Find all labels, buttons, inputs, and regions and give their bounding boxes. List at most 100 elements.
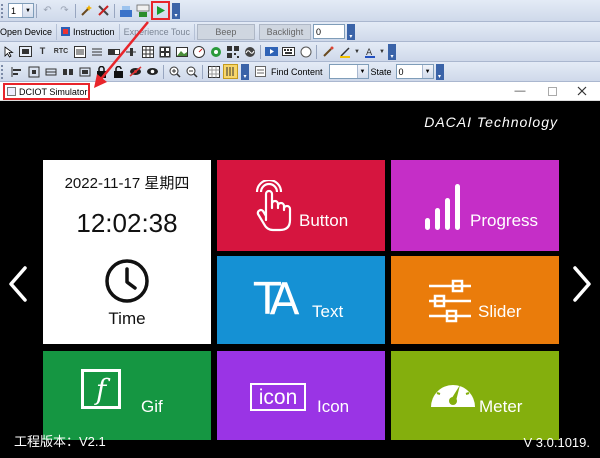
show-icon[interactable] bbox=[145, 64, 160, 79]
open-device-label: Open Device bbox=[0, 26, 53, 37]
beep-label: Beep bbox=[215, 26, 237, 37]
same-size-icon[interactable] bbox=[77, 64, 92, 79]
flash-icon: f bbox=[81, 369, 121, 409]
chevron-right-icon[interactable] bbox=[570, 264, 594, 304]
chevron-down-icon[interactable]: ▼ bbox=[22, 4, 33, 17]
photo-control-icon[interactable] bbox=[174, 44, 189, 59]
close-icon[interactable] bbox=[572, 84, 592, 98]
video-control-icon[interactable] bbox=[264, 44, 279, 59]
undo-icon[interactable]: ↶ bbox=[40, 3, 55, 18]
curve-control-icon[interactable] bbox=[242, 44, 257, 59]
text-control-icon[interactable]: T bbox=[35, 44, 50, 59]
toolbar-overflow-icon[interactable]: ▾ bbox=[388, 43, 396, 60]
toolbar-overflow-icon[interactable]: ▾ bbox=[346, 23, 355, 40]
brush-icon[interactable] bbox=[320, 44, 335, 59]
sliders-icon bbox=[429, 279, 471, 323]
progress-tile[interactable]: Progress bbox=[391, 160, 559, 251]
toolbar-separator bbox=[163, 64, 164, 79]
progress-tile-label: Progress bbox=[470, 211, 539, 230]
toolbar-grip[interactable] bbox=[1, 3, 5, 18]
button-control-icon[interactable] bbox=[18, 44, 33, 59]
wand-icon[interactable] bbox=[79, 3, 94, 18]
chevron-down-icon[interactable]: ▼ bbox=[421, 65, 433, 78]
download-icon[interactable] bbox=[135, 3, 150, 18]
slider-tile[interactable]: Slider bbox=[391, 256, 559, 344]
distribute-icon[interactable] bbox=[60, 64, 75, 79]
gif-tile-label: Gif bbox=[141, 397, 163, 416]
find-content-select[interactable]: ▼ bbox=[328, 64, 369, 79]
unlock-icon[interactable] bbox=[111, 64, 126, 79]
zoom-in-icon[interactable] bbox=[167, 64, 182, 79]
lock-icon[interactable] bbox=[94, 64, 109, 79]
grid-control-icon[interactable] bbox=[157, 44, 172, 59]
instruction-button[interactable]: Instruction bbox=[57, 23, 120, 40]
tools-icon[interactable] bbox=[96, 3, 111, 18]
state-label: State bbox=[370, 66, 392, 77]
backlight-button[interactable]: Backlight bbox=[258, 23, 311, 40]
icon-tile[interactable]: icon Icon bbox=[217, 351, 385, 440]
window-titlebar[interactable]: DCIOT Simulator — bbox=[0, 82, 600, 101]
backlight-value: 0 bbox=[315, 26, 321, 37]
keyboard-control-icon[interactable] bbox=[281, 44, 296, 59]
align-center-icon[interactable] bbox=[26, 64, 41, 79]
gif-tile[interactable]: f Gif bbox=[43, 351, 211, 440]
align-middle-icon[interactable] bbox=[43, 64, 58, 79]
grid-toggle-icon[interactable] bbox=[206, 64, 221, 79]
qrcode-control-icon[interactable] bbox=[225, 44, 240, 59]
state-value: 0 bbox=[398, 66, 404, 77]
minimize-icon[interactable]: — bbox=[510, 84, 530, 98]
brand-text: DACAI Technology bbox=[424, 114, 558, 130]
progress-control-icon[interactable] bbox=[106, 44, 121, 59]
hide-icon[interactable] bbox=[128, 64, 143, 79]
toolbar-grip[interactable] bbox=[1, 64, 5, 79]
toolbar-row-3: T RTC ▼ A ▼ ▾ bbox=[0, 42, 600, 62]
pointer-icon[interactable] bbox=[1, 44, 16, 59]
state-select[interactable]: 0 ▼ bbox=[395, 64, 434, 79]
text-tile-glyph: TA bbox=[254, 274, 299, 325]
rtc-control-icon[interactable]: RTC bbox=[52, 44, 70, 59]
chevron-down-icon[interactable]: ▼ bbox=[379, 44, 385, 59]
redo-icon[interactable]: ↷ bbox=[57, 3, 72, 18]
beep-button[interactable]: Beep bbox=[196, 23, 255, 40]
toolbar-overflow-icon[interactable]: ▾ bbox=[241, 63, 249, 80]
backlight-value-input[interactable]: 0 bbox=[312, 24, 345, 39]
chevron-left-icon[interactable] bbox=[6, 264, 30, 304]
time-tile[interactable]: 2022-11-17 星期四 12:02:38 Time bbox=[43, 160, 211, 344]
open-device-button[interactable]: Open Device bbox=[0, 23, 58, 40]
touch-hand-icon bbox=[255, 180, 292, 232]
text-tile[interactable]: TA Text bbox=[217, 256, 385, 344]
chevron-down-icon[interactable]: ▼ bbox=[356, 65, 368, 78]
find-content-label: Find Content bbox=[271, 66, 323, 77]
gauge-control-icon[interactable] bbox=[191, 44, 206, 59]
menu-control-icon[interactable] bbox=[72, 44, 87, 59]
chevron-down-icon[interactable]: ▼ bbox=[354, 44, 360, 59]
slider-control-icon[interactable] bbox=[123, 44, 138, 59]
animation-control-icon[interactable] bbox=[208, 44, 223, 59]
toolbar-overflow-icon[interactable]: ▾ bbox=[435, 63, 444, 80]
align-left-icon[interactable] bbox=[9, 64, 24, 79]
meter-tile[interactable]: Meter bbox=[391, 351, 559, 440]
date-display: 2022-11-17 星期四 bbox=[64, 175, 190, 192]
toolbar-row-1: 1 ▼ ↶ ↷ ▾ bbox=[0, 0, 600, 22]
page-select-value: 1 bbox=[11, 5, 17, 16]
time-tile-label: Time bbox=[108, 309, 146, 328]
list-control-icon[interactable] bbox=[89, 44, 104, 59]
experience-touch-button[interactable]: Experience Touc bbox=[120, 23, 195, 40]
clock-display: 12:02:38 bbox=[76, 208, 178, 238]
circle-control-icon[interactable] bbox=[298, 44, 313, 59]
ruler-toggle-icon[interactable] bbox=[223, 64, 238, 79]
compile-icon[interactable] bbox=[118, 3, 133, 18]
toolbar-overflow-icon[interactable]: ▾ bbox=[172, 2, 180, 19]
window-title-box: DCIOT Simulator bbox=[3, 83, 90, 100]
device-screen: DACAI Technology 2022-11-17 星期四 12:02:38… bbox=[0, 102, 600, 458]
run-simulator-button[interactable] bbox=[151, 1, 170, 20]
pen-icon[interactable] bbox=[337, 44, 352, 59]
maximize-icon[interactable] bbox=[542, 84, 562, 98]
zoom-out-icon[interactable] bbox=[184, 64, 199, 79]
clock-icon bbox=[105, 259, 149, 303]
toolbar-separator bbox=[36, 3, 37, 18]
table-control-icon[interactable] bbox=[140, 44, 155, 59]
button-tile[interactable]: Button bbox=[217, 160, 385, 251]
page-select[interactable]: 1 ▼ bbox=[8, 3, 34, 18]
text-color-icon[interactable]: A bbox=[362, 44, 377, 59]
